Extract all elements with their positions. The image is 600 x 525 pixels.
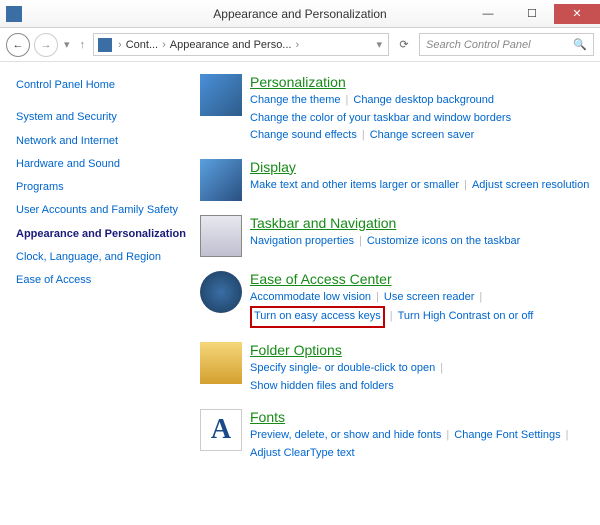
link-high-contrast[interactable]: Turn High Contrast on or off xyxy=(398,310,534,322)
link-click-to-open[interactable]: Specify single- or double-click to open xyxy=(250,362,435,374)
minimize-button[interactable]: — xyxy=(466,4,510,24)
link-change-desktop-background[interactable]: Change desktop background xyxy=(353,94,494,106)
search-placeholder: Search Control Panel xyxy=(426,39,531,51)
window-title: Appearance and Personalization xyxy=(213,7,386,21)
section-fonts: A Fonts Preview, delete, or show and hid… xyxy=(200,409,590,462)
sidebar-item-user-accounts[interactable]: User Accounts and Family Safety xyxy=(16,203,192,217)
link-turn-on-easy-access-keys[interactable]: Turn on easy access keys xyxy=(254,310,381,322)
link-show-hidden-files[interactable]: Show hidden files and folders xyxy=(250,380,394,392)
separator: | xyxy=(435,362,448,374)
breadcrumb[interactable]: › Cont... › Appearance and Perso... › ▾ xyxy=(93,33,389,56)
sidebar-item-system-security[interactable]: System and Security xyxy=(16,110,192,124)
section-title-fonts[interactable]: Fonts xyxy=(250,409,285,425)
section-title-taskbar[interactable]: Taskbar and Navigation xyxy=(250,215,396,231)
section-title-personalization[interactable]: Personalization xyxy=(250,74,346,90)
sidebar-item-programs[interactable]: Programs xyxy=(16,180,192,194)
link-navigation-properties[interactable]: Navigation properties xyxy=(250,235,354,247)
sidebar: Control Panel Home System and Security N… xyxy=(0,62,200,525)
highlight-box: Turn on easy access keys xyxy=(250,306,385,328)
sidebar-item-ease-of-access[interactable]: Ease of Access xyxy=(16,273,192,287)
section-links: Change the theme|Change desktop backgrou… xyxy=(250,92,590,145)
taskbar-icon xyxy=(200,215,242,257)
link-text-size[interactable]: Make text and other items larger or smal… xyxy=(250,179,459,191)
titlebar: Appearance and Personalization — ☐ ✕ xyxy=(0,0,600,28)
separator: | xyxy=(474,291,487,303)
separator: | xyxy=(357,129,370,141)
display-icon xyxy=(200,159,242,201)
back-button[interactable]: ← xyxy=(6,33,30,57)
chevron-right-icon[interactable]: › xyxy=(114,39,126,51)
section-ease-of-access: Ease of Access Center Accommodate low vi… xyxy=(200,271,590,328)
section-links: Specify single- or double-click to open|… xyxy=(250,360,590,395)
section-links: Accommodate low vision|Use screen reader… xyxy=(250,289,590,328)
navbar: ← → ▾ ↑ › Cont... › Appearance and Perso… xyxy=(0,28,600,62)
link-change-screen-saver[interactable]: Change screen saver xyxy=(370,129,475,141)
breadcrumb-seg2[interactable]: Appearance and Perso... xyxy=(170,39,292,51)
section-title-ease-of-access[interactable]: Ease of Access Center xyxy=(250,271,392,287)
link-customize-taskbar-icons[interactable]: Customize icons on the taskbar xyxy=(367,235,520,247)
close-button[interactable]: ✕ xyxy=(554,4,600,24)
section-display: Display Make text and other items larger… xyxy=(200,159,590,201)
separator: | xyxy=(354,235,367,247)
breadcrumb-root-icon[interactable] xyxy=(98,38,112,52)
separator: | xyxy=(459,179,472,191)
sidebar-item-hardware-sound[interactable]: Hardware and Sound xyxy=(16,157,192,171)
section-taskbar-navigation: Taskbar and Navigation Navigation proper… xyxy=(200,215,590,257)
window-icon xyxy=(6,6,22,22)
separator: | xyxy=(441,429,454,441)
chevron-right-icon[interactable]: › xyxy=(291,39,303,51)
up-button[interactable]: ↑ xyxy=(76,39,90,51)
link-change-sound-effects[interactable]: Change sound effects xyxy=(250,129,357,141)
folder-options-icon xyxy=(200,342,242,384)
link-preview-fonts[interactable]: Preview, delete, or show and hide fonts xyxy=(250,429,441,441)
link-accommodate-low-vision[interactable]: Accommodate low vision xyxy=(250,291,371,303)
section-links: Make text and other items larger or smal… xyxy=(250,177,590,195)
search-input[interactable]: Search Control Panel 🔍 xyxy=(419,33,594,56)
sidebar-item-clock-language-region[interactable]: Clock, Language, and Region xyxy=(16,250,192,264)
separator: | xyxy=(341,94,354,106)
link-screen-resolution[interactable]: Adjust screen resolution xyxy=(472,179,589,191)
link-adjust-cleartype[interactable]: Adjust ClearType text xyxy=(250,447,355,459)
link-use-screen-reader[interactable]: Use screen reader xyxy=(384,291,475,303)
separator: | xyxy=(371,291,384,303)
sidebar-item-network-internet[interactable]: Network and Internet xyxy=(16,134,192,148)
link-change-font-settings[interactable]: Change Font Settings xyxy=(454,429,560,441)
breadcrumb-dropdown-icon[interactable]: ▾ xyxy=(374,38,384,51)
separator: | xyxy=(385,310,398,322)
forward-button[interactable]: → xyxy=(34,33,58,57)
section-links: Preview, delete, or show and hide fonts|… xyxy=(250,427,590,462)
content-body: Control Panel Home System and Security N… xyxy=(0,62,600,525)
section-folder-options: Folder Options Specify single- or double… xyxy=(200,342,590,395)
link-change-theme[interactable]: Change the theme xyxy=(250,94,341,106)
section-links: Navigation properties|Customize icons on… xyxy=(250,233,590,251)
breadcrumb-seg1[interactable]: Cont... xyxy=(126,39,158,51)
personalization-icon xyxy=(200,74,242,116)
separator: | xyxy=(561,429,574,441)
recent-dropdown-icon[interactable]: ▾ xyxy=(62,38,72,51)
link-change-taskbar-color[interactable]: Change the color of your taskbar and win… xyxy=(250,112,511,124)
maximize-button[interactable]: ☐ xyxy=(510,4,554,24)
search-icon[interactable]: 🔍 xyxy=(573,38,587,51)
sidebar-control-panel-home[interactable]: Control Panel Home xyxy=(16,78,192,92)
ease-of-access-icon xyxy=(200,271,242,313)
main-panel: Personalization Change the theme|Change … xyxy=(200,62,600,525)
sidebar-item-appearance-personalization[interactable]: Appearance and Personalization xyxy=(16,227,192,241)
section-title-display[interactable]: Display xyxy=(250,159,296,175)
section-title-folder-options[interactable]: Folder Options xyxy=(250,342,342,358)
chevron-right-icon[interactable]: › xyxy=(158,39,170,51)
section-personalization: Personalization Change the theme|Change … xyxy=(200,74,590,145)
refresh-button[interactable]: ⟳ xyxy=(393,34,415,56)
window-controls: — ☐ ✕ xyxy=(466,4,600,24)
fonts-icon: A xyxy=(200,409,242,451)
